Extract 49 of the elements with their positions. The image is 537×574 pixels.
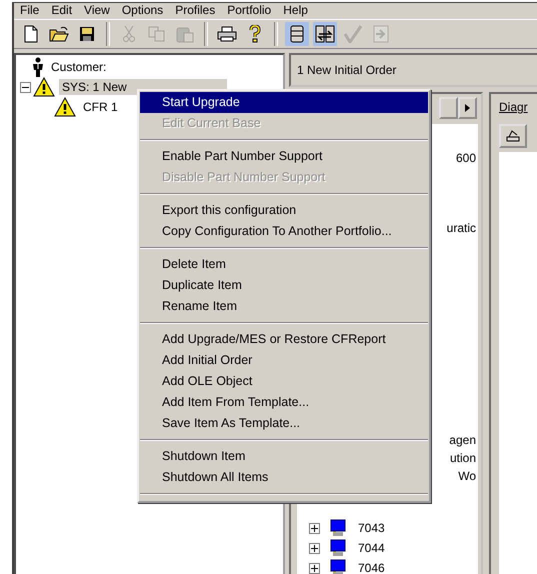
collapse-toggle[interactable] xyxy=(20,82,31,92)
expand-toggle[interactable] xyxy=(309,522,320,534)
menu-item[interactable]: Add OLE Object xyxy=(140,371,428,392)
panel-title: 1 New Initial Order xyxy=(297,63,396,77)
menu-item[interactable]: Portfolio xyxy=(227,3,272,19)
monitor-icon xyxy=(330,559,346,574)
list-text: 600 xyxy=(456,150,476,166)
monitor-icon xyxy=(330,519,346,537)
list-text: agen xyxy=(449,432,476,448)
warning-icon xyxy=(33,77,55,97)
warning-icon xyxy=(54,97,76,117)
list-text: ution xyxy=(450,450,476,466)
scroll-right-button[interactable] xyxy=(458,97,477,119)
menu-item[interactable]: Start Upgrade xyxy=(140,92,428,113)
list-item[interactable]: 7044 xyxy=(358,541,385,555)
tree-item[interactable]: Customer: xyxy=(48,59,110,75)
expand-toggle[interactable] xyxy=(309,542,320,554)
database-icon[interactable] xyxy=(285,22,309,46)
diagram-tab[interactable]: Diagr xyxy=(499,100,528,114)
tree-item[interactable]: CFR 1 xyxy=(80,99,121,115)
menu-item[interactable]: Edit xyxy=(51,3,72,19)
menu-item[interactable]: Shutdown Item xyxy=(140,446,428,467)
menu-item[interactable]: Add Initial Order xyxy=(140,350,428,371)
menu-item[interactable]: Copy Configuration To Another Portfolio... xyxy=(140,221,428,242)
menu-item[interactable]: Enable Part Number Support xyxy=(140,146,428,167)
menu-item[interactable]: Save Item As Template... xyxy=(140,413,428,434)
monitor-icon xyxy=(330,539,346,557)
menu-item[interactable]: Shutdown All Items xyxy=(140,467,428,488)
menu-item[interactable]: Add Item From Template... xyxy=(140,392,428,413)
list-item[interactable]: 7046 xyxy=(358,561,385,574)
person-icon xyxy=(32,57,44,77)
tool-button[interactable] xyxy=(499,124,527,148)
menu-item[interactable]: View xyxy=(84,3,110,19)
menu-item[interactable]: File xyxy=(20,3,40,19)
list-text: uratic xyxy=(446,220,476,236)
list-text: Wo xyxy=(458,468,476,484)
tray-icon xyxy=(505,129,521,143)
menu-item[interactable]: Add Upgrade/MES or Restore CFReport xyxy=(140,329,428,350)
menu-item[interactable]: Delete Item xyxy=(140,254,428,275)
menu-item[interactable]: Options xyxy=(122,3,164,19)
menu-item[interactable]: Rename Item xyxy=(140,296,428,317)
right-arrow-icon xyxy=(465,104,470,112)
expand-toggle[interactable] xyxy=(309,562,320,574)
menu-item[interactable]: Profiles xyxy=(175,3,216,19)
list-item[interactable]: 7043 xyxy=(358,521,385,535)
menu-item[interactable]: Export this configuration xyxy=(140,200,428,221)
menu-item[interactable]: Duplicate Item xyxy=(140,275,428,296)
menu-item[interactable]: Help xyxy=(283,3,308,19)
swap-icon[interactable] xyxy=(313,22,337,46)
